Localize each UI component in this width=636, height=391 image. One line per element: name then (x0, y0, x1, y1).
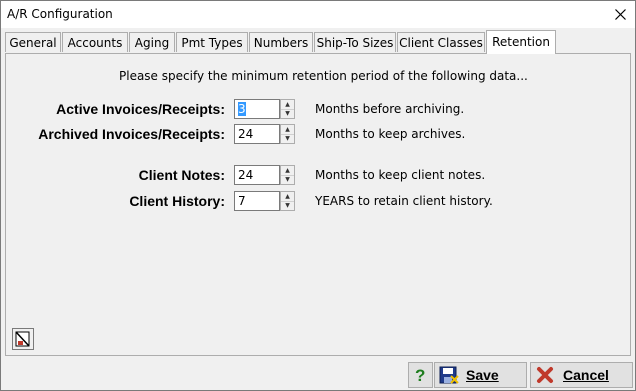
title-bar: A/R Configuration (1, 1, 635, 28)
retention-intro: Please specify the minimum retention per… (119, 69, 528, 83)
close-icon (614, 9, 626, 20)
tab-pmt-types[interactable]: Pmt Types (176, 32, 248, 52)
floppy-disk-icon (439, 366, 459, 384)
archived-invoices-spin-buttons: ▲ ▼ (280, 124, 295, 144)
tab-retention[interactable]: Retention (486, 30, 556, 54)
active-invoices-spinner: 3 ▲ ▼ (234, 99, 296, 119)
tab-aging[interactable]: Aging (129, 32, 175, 52)
cancel-label: Cancel (563, 367, 609, 383)
tab-strip: General Accounts Aging Pmt Types Numbers… (5, 30, 635, 54)
spin-down-icon[interactable]: ▼ (281, 109, 294, 118)
cancel-button[interactable]: Cancel (530, 362, 633, 388)
tab-accounts[interactable]: Accounts (62, 32, 128, 52)
tab-general[interactable]: General (5, 32, 61, 52)
client-notes-spin-buttons: ▲ ▼ (280, 165, 295, 185)
client-history-hint: YEARS to retain client history. (315, 194, 493, 208)
active-invoices-label: Active Invoices/Receipts: (56, 101, 225, 117)
client-history-label: Client History: (129, 193, 225, 209)
client-notes-spinner: 24 ▲ ▼ (234, 165, 296, 185)
client-notes-hint: Months to keep client notes. (315, 168, 486, 182)
client-history-input[interactable]: 7 (234, 191, 280, 211)
help-button[interactable]: ? (408, 362, 433, 388)
save-button[interactable]: Save (434, 362, 527, 388)
button-bar: ? Save Cancel (1, 359, 635, 390)
client-notes-label: Client Notes: (138, 167, 225, 183)
archived-invoices-spinner: 24 ▲ ▼ (234, 124, 296, 144)
tab-numbers[interactable]: Numbers (249, 32, 313, 52)
svg-text:?: ? (415, 366, 425, 384)
client-history-spin-buttons: ▲ ▼ (280, 191, 295, 211)
archived-invoices-hint: Months to keep archives. (315, 127, 466, 141)
help-icon: ? (415, 366, 425, 384)
active-invoices-hint: Months before archiving. (315, 102, 465, 116)
archived-invoices-label: Archived Invoices/Receipts: (38, 126, 225, 142)
close-button[interactable] (605, 1, 635, 28)
ar-configuration-window: A/R Configuration General Accounts Aging… (0, 0, 636, 391)
client-notes-input[interactable]: 24 (234, 165, 280, 185)
print-button[interactable] (12, 328, 34, 350)
window-title: A/R Configuration (7, 7, 113, 21)
active-invoices-spin-buttons: ▲ ▼ (280, 99, 295, 119)
archived-invoices-input[interactable]: 24 (234, 124, 280, 144)
spin-down-icon[interactable]: ▼ (281, 134, 294, 143)
retention-panel: Please specify the minimum retention per… (5, 53, 631, 356)
tab-ship-to-sizes[interactable]: Ship-To Sizes (314, 32, 396, 52)
spin-down-icon[interactable]: ▼ (281, 175, 294, 184)
red-x-icon (537, 367, 553, 383)
active-invoices-input[interactable]: 3 (234, 99, 280, 119)
tab-client-classes[interactable]: Client Classes (397, 32, 485, 52)
print-icon (15, 331, 30, 347)
spin-down-icon[interactable]: ▼ (281, 201, 294, 210)
save-label: Save (466, 367, 499, 383)
client-history-spinner: 7 ▲ ▼ (234, 191, 296, 211)
